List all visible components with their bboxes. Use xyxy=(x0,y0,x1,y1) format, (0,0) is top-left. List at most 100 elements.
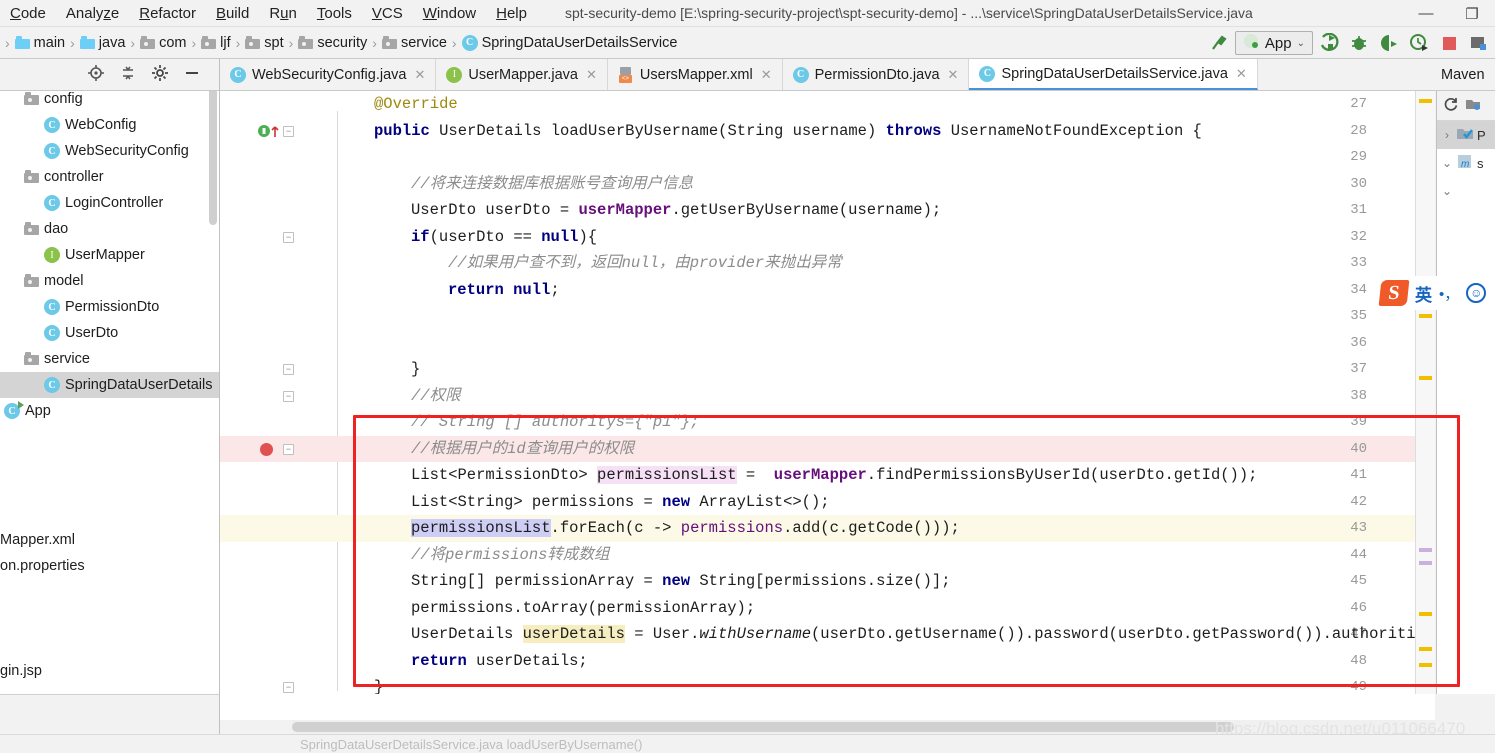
menu-item-build[interactable]: Build xyxy=(206,3,259,24)
code-line[interactable]: // String [] authoritys={"p1"}; xyxy=(411,409,699,436)
code-line[interactable]: //如果用户查不到，返回null，由provider来抛出异常 xyxy=(448,250,842,277)
chevron-icon[interactable]: ⌄ xyxy=(1441,156,1453,170)
maximize-button[interactable]: ❐ xyxy=(1449,0,1495,27)
tree-item-userdto[interactable]: C UserDto xyxy=(0,320,219,346)
editor-tab-permissiondto-java[interactable]: C PermissionDto.java ✕ xyxy=(782,59,970,90)
close-icon[interactable]: ✕ xyxy=(586,67,597,83)
editor-tab-websecurityconfig-java[interactable]: C WebSecurityConfig.java ✕ xyxy=(220,59,437,90)
stop-button[interactable] xyxy=(1435,29,1463,57)
error-stripe-mark[interactable] xyxy=(1419,612,1432,616)
close-icon[interactable]: ✕ xyxy=(1236,66,1247,82)
breadcrumb-item-ljf[interactable]: ljf xyxy=(199,35,232,51)
run-button[interactable] xyxy=(1315,29,1343,57)
close-icon[interactable]: ✕ xyxy=(948,67,959,83)
code-line[interactable]: List<String> permissions = new ArrayList… xyxy=(411,489,830,516)
tree-item-springdatauserdetails[interactable]: C SpringDataUserDetails xyxy=(0,372,219,398)
code-line[interactable]: String[] permissionArray = new String[pe… xyxy=(411,568,951,595)
tree-item-clipped[interactable]: on.properties xyxy=(0,553,85,579)
build-hammer-icon[interactable] xyxy=(1205,29,1233,57)
debug-button[interactable] xyxy=(1345,29,1373,57)
code-line[interactable]: } xyxy=(374,674,383,694)
breadcrumb-item-spt[interactable]: spt xyxy=(243,35,285,51)
error-stripe-mark[interactable] xyxy=(1419,663,1432,667)
minimize-button[interactable]: — xyxy=(1403,0,1449,27)
breadcrumb-item-springdatauserdetailsservice[interactable]: C SpringDataUserDetailsService xyxy=(460,34,680,51)
tree-item-clipped[interactable]: gin.jsp xyxy=(0,658,42,684)
gear-icon[interactable] xyxy=(152,65,168,84)
locate-icon[interactable] xyxy=(88,65,104,84)
ime-mode-toggle[interactable]: 英 xyxy=(1415,281,1432,306)
project-structure-button[interactable] xyxy=(1465,29,1493,57)
error-stripe-mark[interactable] xyxy=(1419,376,1432,380)
error-stripe-mark[interactable] xyxy=(1419,314,1432,318)
code-line[interactable]: List<PermissionDto> permissionsList = us… xyxy=(411,462,1257,489)
code-fold-toggle[interactable]: − xyxy=(283,443,294,455)
tree-item-model[interactable]: model xyxy=(0,268,219,294)
maven-tree-row[interactable]: › P xyxy=(1437,121,1495,149)
menu-item-run[interactable]: Run xyxy=(259,3,307,24)
code-line[interactable]: //将来连接数据库根据账号查询用户信息 xyxy=(411,171,693,198)
tree-item-controller[interactable]: controller xyxy=(0,164,219,190)
tree-item-service[interactable]: service xyxy=(0,346,219,372)
error-stripe-mark[interactable] xyxy=(1419,561,1432,565)
tree-item-webconfig[interactable]: C WebConfig xyxy=(0,112,219,138)
code-fold-toggle[interactable]: − xyxy=(283,125,294,137)
code-line[interactable]: UserDto userDto = userMapper.getUserByUs… xyxy=(411,197,941,224)
tree-item-websecurityconfig[interactable]: C WebSecurityConfig xyxy=(0,138,219,164)
sogou-ime-toolbar[interactable]: S 英 •， ☺ xyxy=(1375,276,1492,310)
breadcrumb-item-security[interactable]: security xyxy=(296,35,369,51)
maven-tool-window-label[interactable]: Maven xyxy=(1435,59,1495,91)
refresh-icon[interactable] xyxy=(1443,96,1459,115)
code-line[interactable]: //根据用户的id查询用户的权限 xyxy=(411,436,634,463)
code-line[interactable]: if(userDto == null){ xyxy=(411,224,597,251)
menu-item-vcs[interactable]: VCS xyxy=(362,3,413,24)
code-line[interactable]: permissionsList.forEach(c -> permissions… xyxy=(411,515,960,542)
close-icon[interactable]: ✕ xyxy=(761,67,772,83)
code-line[interactable]: return null; xyxy=(448,277,560,304)
code-line[interactable]: permissions.toArray(permissionArray); xyxy=(411,595,755,622)
breadcrumb-item-com[interactable]: com xyxy=(138,35,188,51)
menu-item-window[interactable]: Window xyxy=(413,3,486,24)
code-line[interactable]: } xyxy=(411,356,420,383)
maven-tree-row[interactable]: ⌄ xyxy=(1437,177,1495,205)
code-fold-toggle[interactable]: − xyxy=(283,231,294,243)
menu-item-analyze[interactable]: Analyze xyxy=(56,3,129,24)
tree-item-app[interactable]: C App xyxy=(0,398,219,424)
error-stripe-mark[interactable] xyxy=(1419,99,1432,103)
editor-tab-springdatauserdetailsservice-java[interactable]: C SpringDataUserDetailsService.java ✕ xyxy=(969,59,1258,90)
sogou-logo-icon[interactable]: S xyxy=(1378,280,1410,306)
hide-panel-icon[interactable] xyxy=(184,65,200,84)
tree-item-dao[interactable]: dao xyxy=(0,216,219,242)
chevron-down-icon[interactable]: ⌄ xyxy=(1297,38,1305,49)
error-stripe-mark[interactable] xyxy=(1419,548,1432,552)
maven-tree-row[interactable]: ⌄ m s xyxy=(1437,149,1495,177)
code-fold-toggle[interactable]: − xyxy=(283,682,294,693)
code-line[interactable]: @Override xyxy=(374,91,458,118)
run-gutter-icon[interactable] xyxy=(258,124,284,137)
menu-item-refactor[interactable]: Refactor xyxy=(129,3,206,24)
tree-item-usermapper[interactable]: I UserMapper xyxy=(0,242,219,268)
breadcrumb-item-service[interactable]: service xyxy=(380,35,449,51)
chevron-icon[interactable]: › xyxy=(1441,128,1453,142)
breakpoint-icon[interactable] xyxy=(260,442,273,456)
code-line[interactable]: //将permissions转成数组 xyxy=(411,542,609,569)
editor-tab-usersmapper-xml[interactable]: <> UsersMapper.xml ✕ xyxy=(607,59,783,90)
tree-item-clipped[interactable]: Mapper.xml xyxy=(0,527,75,553)
code-line[interactable]: //权限 xyxy=(411,383,461,410)
close-icon[interactable]: ✕ xyxy=(414,67,425,83)
scrollbar-thumb[interactable] xyxy=(292,722,1234,732)
code-fold-toggle[interactable]: − xyxy=(283,364,294,375)
error-stripe-mark[interactable] xyxy=(1419,647,1432,651)
editor-error-stripe[interactable] xyxy=(1415,91,1435,694)
code-line[interactable]: UserDetails userDetails = User.withUsern… xyxy=(411,621,1415,648)
run-with-coverage-button[interactable] xyxy=(1375,29,1403,57)
tree-item-permissiondto[interactable]: C PermissionDto xyxy=(0,294,219,320)
menu-item-tools[interactable]: Tools xyxy=(307,3,362,24)
code-line[interactable]: public UserDetails loadUserByUsername(St… xyxy=(374,118,1202,145)
chevron-icon[interactable]: ⌄ xyxy=(1441,184,1453,198)
menu-item-code[interactable]: Code xyxy=(0,3,56,24)
run-configuration-selector[interactable]: App ⌄ xyxy=(1234,31,1313,55)
profiler-button[interactable] xyxy=(1405,29,1433,57)
breadcrumb-item-java[interactable]: java xyxy=(78,35,128,51)
menu-item-help[interactable]: Help xyxy=(486,3,537,24)
